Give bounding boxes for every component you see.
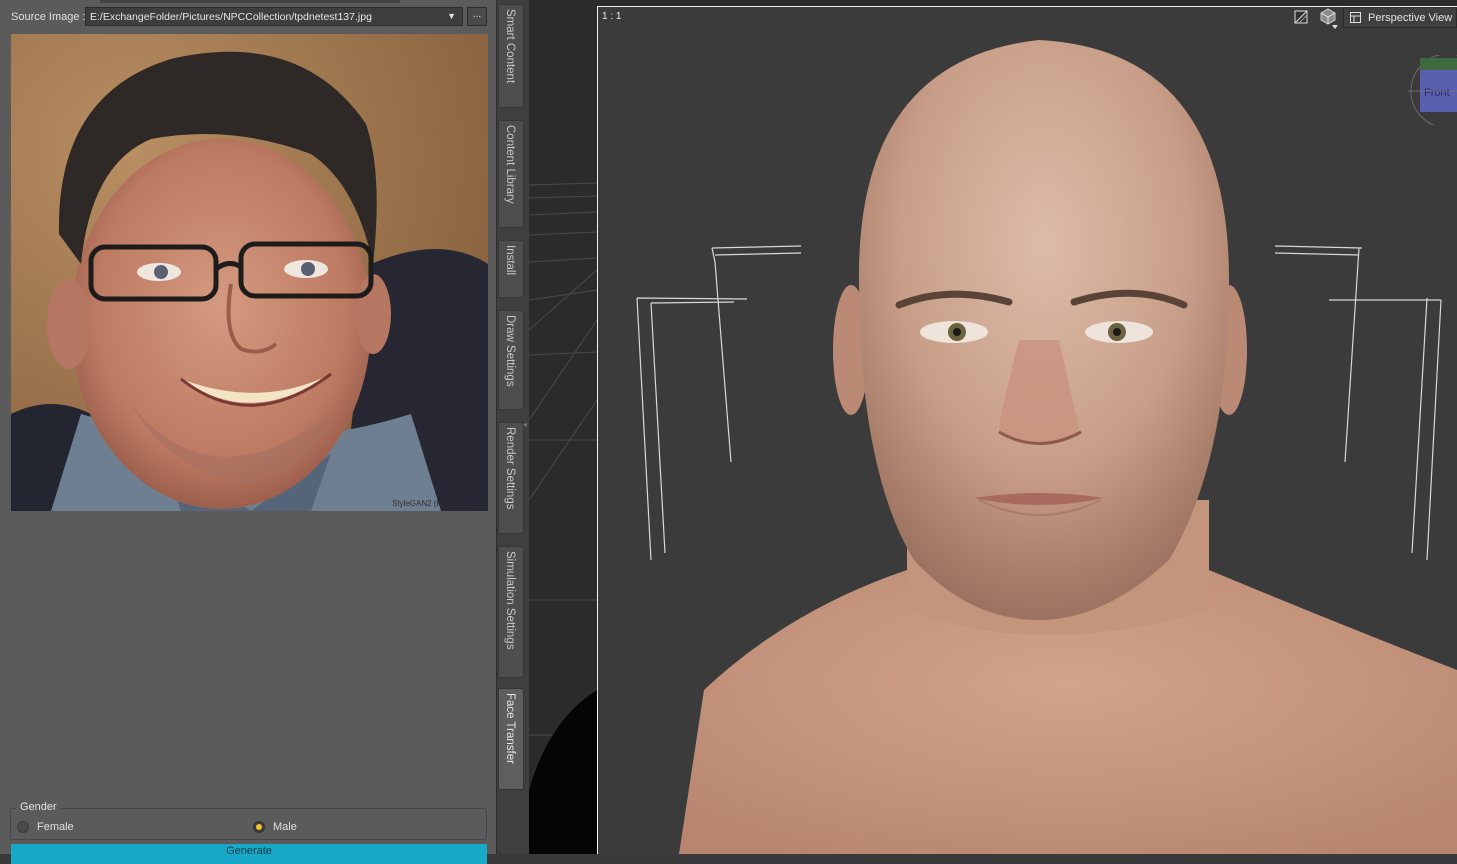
tab-label: Face Transfer: [504, 693, 516, 764]
draw-style-icon[interactable]: [1294, 10, 1308, 24]
tab-draw-settings[interactable]: Draw Settings: [498, 310, 524, 410]
female-radio-label[interactable]: Female: [37, 821, 74, 833]
tab-label: Render Settings: [504, 427, 516, 510]
photo-credit: StyleGAN2 (Karras e: [392, 499, 467, 508]
tab-face-transfer[interactable]: Face Transfer: [498, 688, 524, 790]
navigation-cube[interactable]: Front: [1408, 55, 1457, 125]
tab-label: Install: [504, 245, 516, 276]
gender-group: [10, 808, 487, 840]
tab-smart-content[interactable]: Smart Content: [498, 4, 524, 108]
tab-content-library[interactable]: Content Library: [498, 120, 524, 228]
nav-cube-face-label: Front: [1424, 87, 1450, 99]
source-image-dropdown[interactable]: E:/ExchangeFolder/Pictures/NPCCollection…: [85, 7, 463, 26]
viewport-layout-icon: [1350, 12, 1361, 23]
tab-simulation-settings[interactable]: Simulation Settings: [498, 546, 524, 678]
tab-label: Content Library: [504, 125, 516, 204]
camera-select-icon[interactable]: [1317, 6, 1339, 30]
female-radio[interactable]: [17, 821, 29, 833]
source-image-label: Source Image :: [11, 11, 86, 23]
tab-label: Smart Content: [504, 9, 516, 84]
male-radio[interactable]: [253, 821, 265, 833]
source-photo: [11, 34, 488, 511]
collapse-handle-icon[interactable]: ◂: [523, 420, 527, 442]
male-radio-label[interactable]: Male: [273, 821, 297, 833]
dropdown-arrow-icon: ▼: [447, 11, 456, 21]
tab-label: Draw Settings: [504, 315, 516, 387]
panel-top-divider: [100, 0, 400, 3]
browse-button[interactable]: ...: [467, 7, 487, 26]
view-name: Perspective View: [1368, 12, 1453, 24]
active-viewport-frame: [597, 6, 1457, 854]
generate-button[interactable]: Generate: [11, 844, 487, 864]
source-image-path: E:/ExchangeFolder/Pictures/NPCCollection…: [90, 11, 372, 23]
gender-title: Gender: [16, 801, 61, 813]
tab-label: Simulation Settings: [504, 551, 516, 650]
zoom-readout: 1 : 1: [602, 11, 622, 22]
tab-install[interactable]: Install: [498, 240, 524, 298]
view-menu-button[interactable]: Perspective View: [1343, 7, 1457, 28]
tab-render-settings[interactable]: Render Settings: [498, 422, 524, 534]
